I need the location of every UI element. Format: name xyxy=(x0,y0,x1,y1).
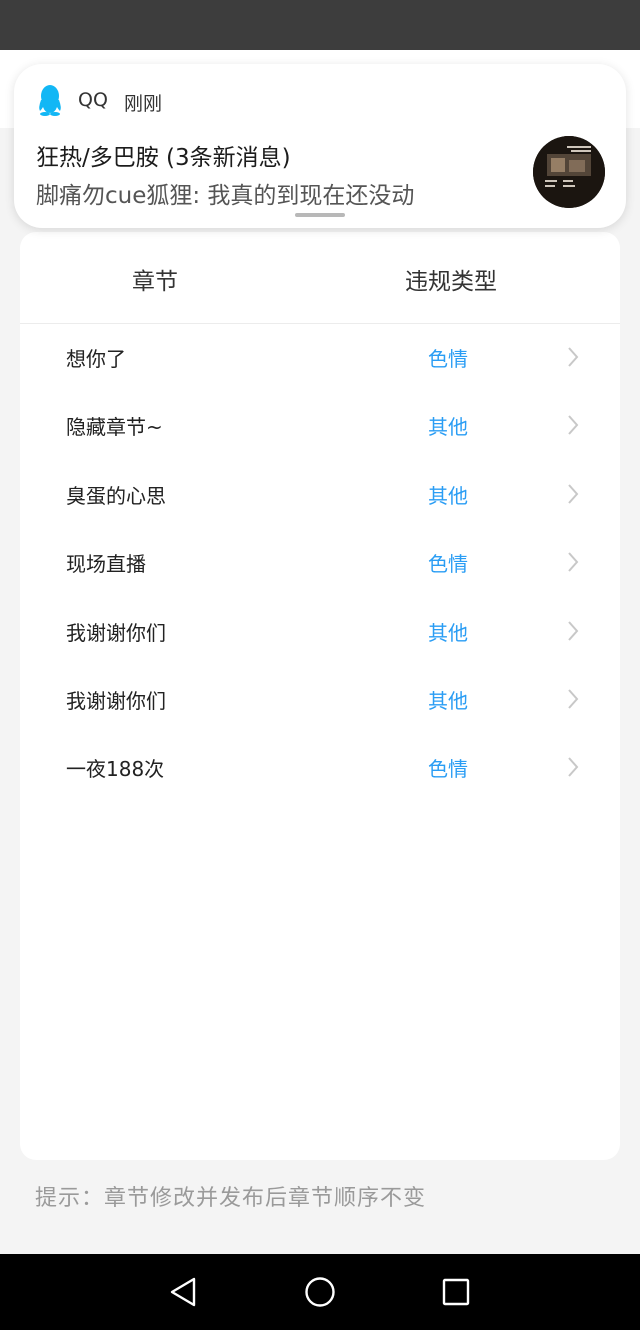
table-row[interactable]: 一夜188次 色情 xyxy=(20,734,620,802)
qq-penguin-icon xyxy=(39,85,61,116)
notification-app-name: QQ xyxy=(78,89,108,111)
status-bar xyxy=(0,0,640,50)
chapter-title: 臭蛋的心思 xyxy=(66,483,166,508)
chapter-column-header: 章节 xyxy=(132,269,178,295)
back-icon[interactable] xyxy=(166,1274,202,1310)
violation-type-label: 其他 xyxy=(428,688,468,713)
notification-body: 脚痛勿cue狐狸: 我真的到现在还没动 xyxy=(36,183,415,209)
violation-list-card: 章节 违规类型 想你了 色情 隐藏章节~ 其他 臭蛋的心思 其他 现场直播 色情 我谢谢你们 其他… xyxy=(20,232,620,1160)
table-row[interactable]: 隐藏章节~ 其他 xyxy=(20,392,620,460)
violation-rows: 想你了 色情 隐藏章节~ 其他 臭蛋的心思 其他 现场直播 色情 我谢谢你们 其他 我谢谢你们 其他一… xyxy=(20,324,620,803)
table-header: 章节 违规类型 xyxy=(20,232,620,324)
chapter-title: 我谢谢你们 xyxy=(66,688,166,713)
violation-type-label: 色情 xyxy=(428,347,468,371)
table-row[interactable]: 臭蛋的心思 其他 xyxy=(20,461,620,529)
notification-time: 刚刚 xyxy=(124,93,163,115)
chevron-right-icon xyxy=(568,552,579,572)
violation-type-label: 其他 xyxy=(428,415,468,440)
chevron-right-icon xyxy=(568,347,579,367)
notification-thumbnail xyxy=(533,136,605,208)
notification-title: 狂热/多巴胺 (3条新消息) xyxy=(36,145,291,171)
chapter-title: 现场直播 xyxy=(66,552,146,577)
chevron-right-icon xyxy=(568,689,579,709)
navigation-bar xyxy=(0,1254,640,1330)
notification-drag-handle[interactable] xyxy=(295,213,345,217)
violation-type-label: 色情 xyxy=(428,757,468,782)
chapter-title: 一夜188次 xyxy=(66,757,165,782)
table-row[interactable]: 我谢谢你们 其他 xyxy=(20,666,620,734)
chevron-right-icon xyxy=(568,484,579,504)
home-icon[interactable] xyxy=(302,1274,338,1310)
violation-type-label: 其他 xyxy=(428,483,468,508)
chapter-title: 隐藏章节~ xyxy=(66,415,163,440)
recent-apps-icon[interactable] xyxy=(438,1274,474,1310)
qq-notification-banner[interactable]: QQ 刚刚 狂热/多巴胺 (3条新消息) 脚痛勿cue狐狸: 我真的到现在还没动 xyxy=(14,64,626,228)
hint-text: 提示：章节修改并发布后章节顺序不变 xyxy=(35,1186,427,1211)
chapter-title: 我谢谢你们 xyxy=(66,620,166,645)
table-row[interactable]: 我谢谢你们 其他 xyxy=(20,598,620,666)
violation-type-label: 色情 xyxy=(428,552,468,577)
table-row[interactable]: 想你了 色情 xyxy=(20,324,620,392)
chevron-right-icon xyxy=(568,415,579,436)
chevron-right-icon xyxy=(568,620,579,641)
chapter-title: 想你了 xyxy=(66,347,126,371)
violation-type-label: 其他 xyxy=(428,620,468,645)
table-row[interactable]: 现场直播 色情 xyxy=(20,529,620,597)
violation-type-column-header: 违规类型 xyxy=(405,269,497,295)
chevron-right-icon xyxy=(568,757,579,778)
